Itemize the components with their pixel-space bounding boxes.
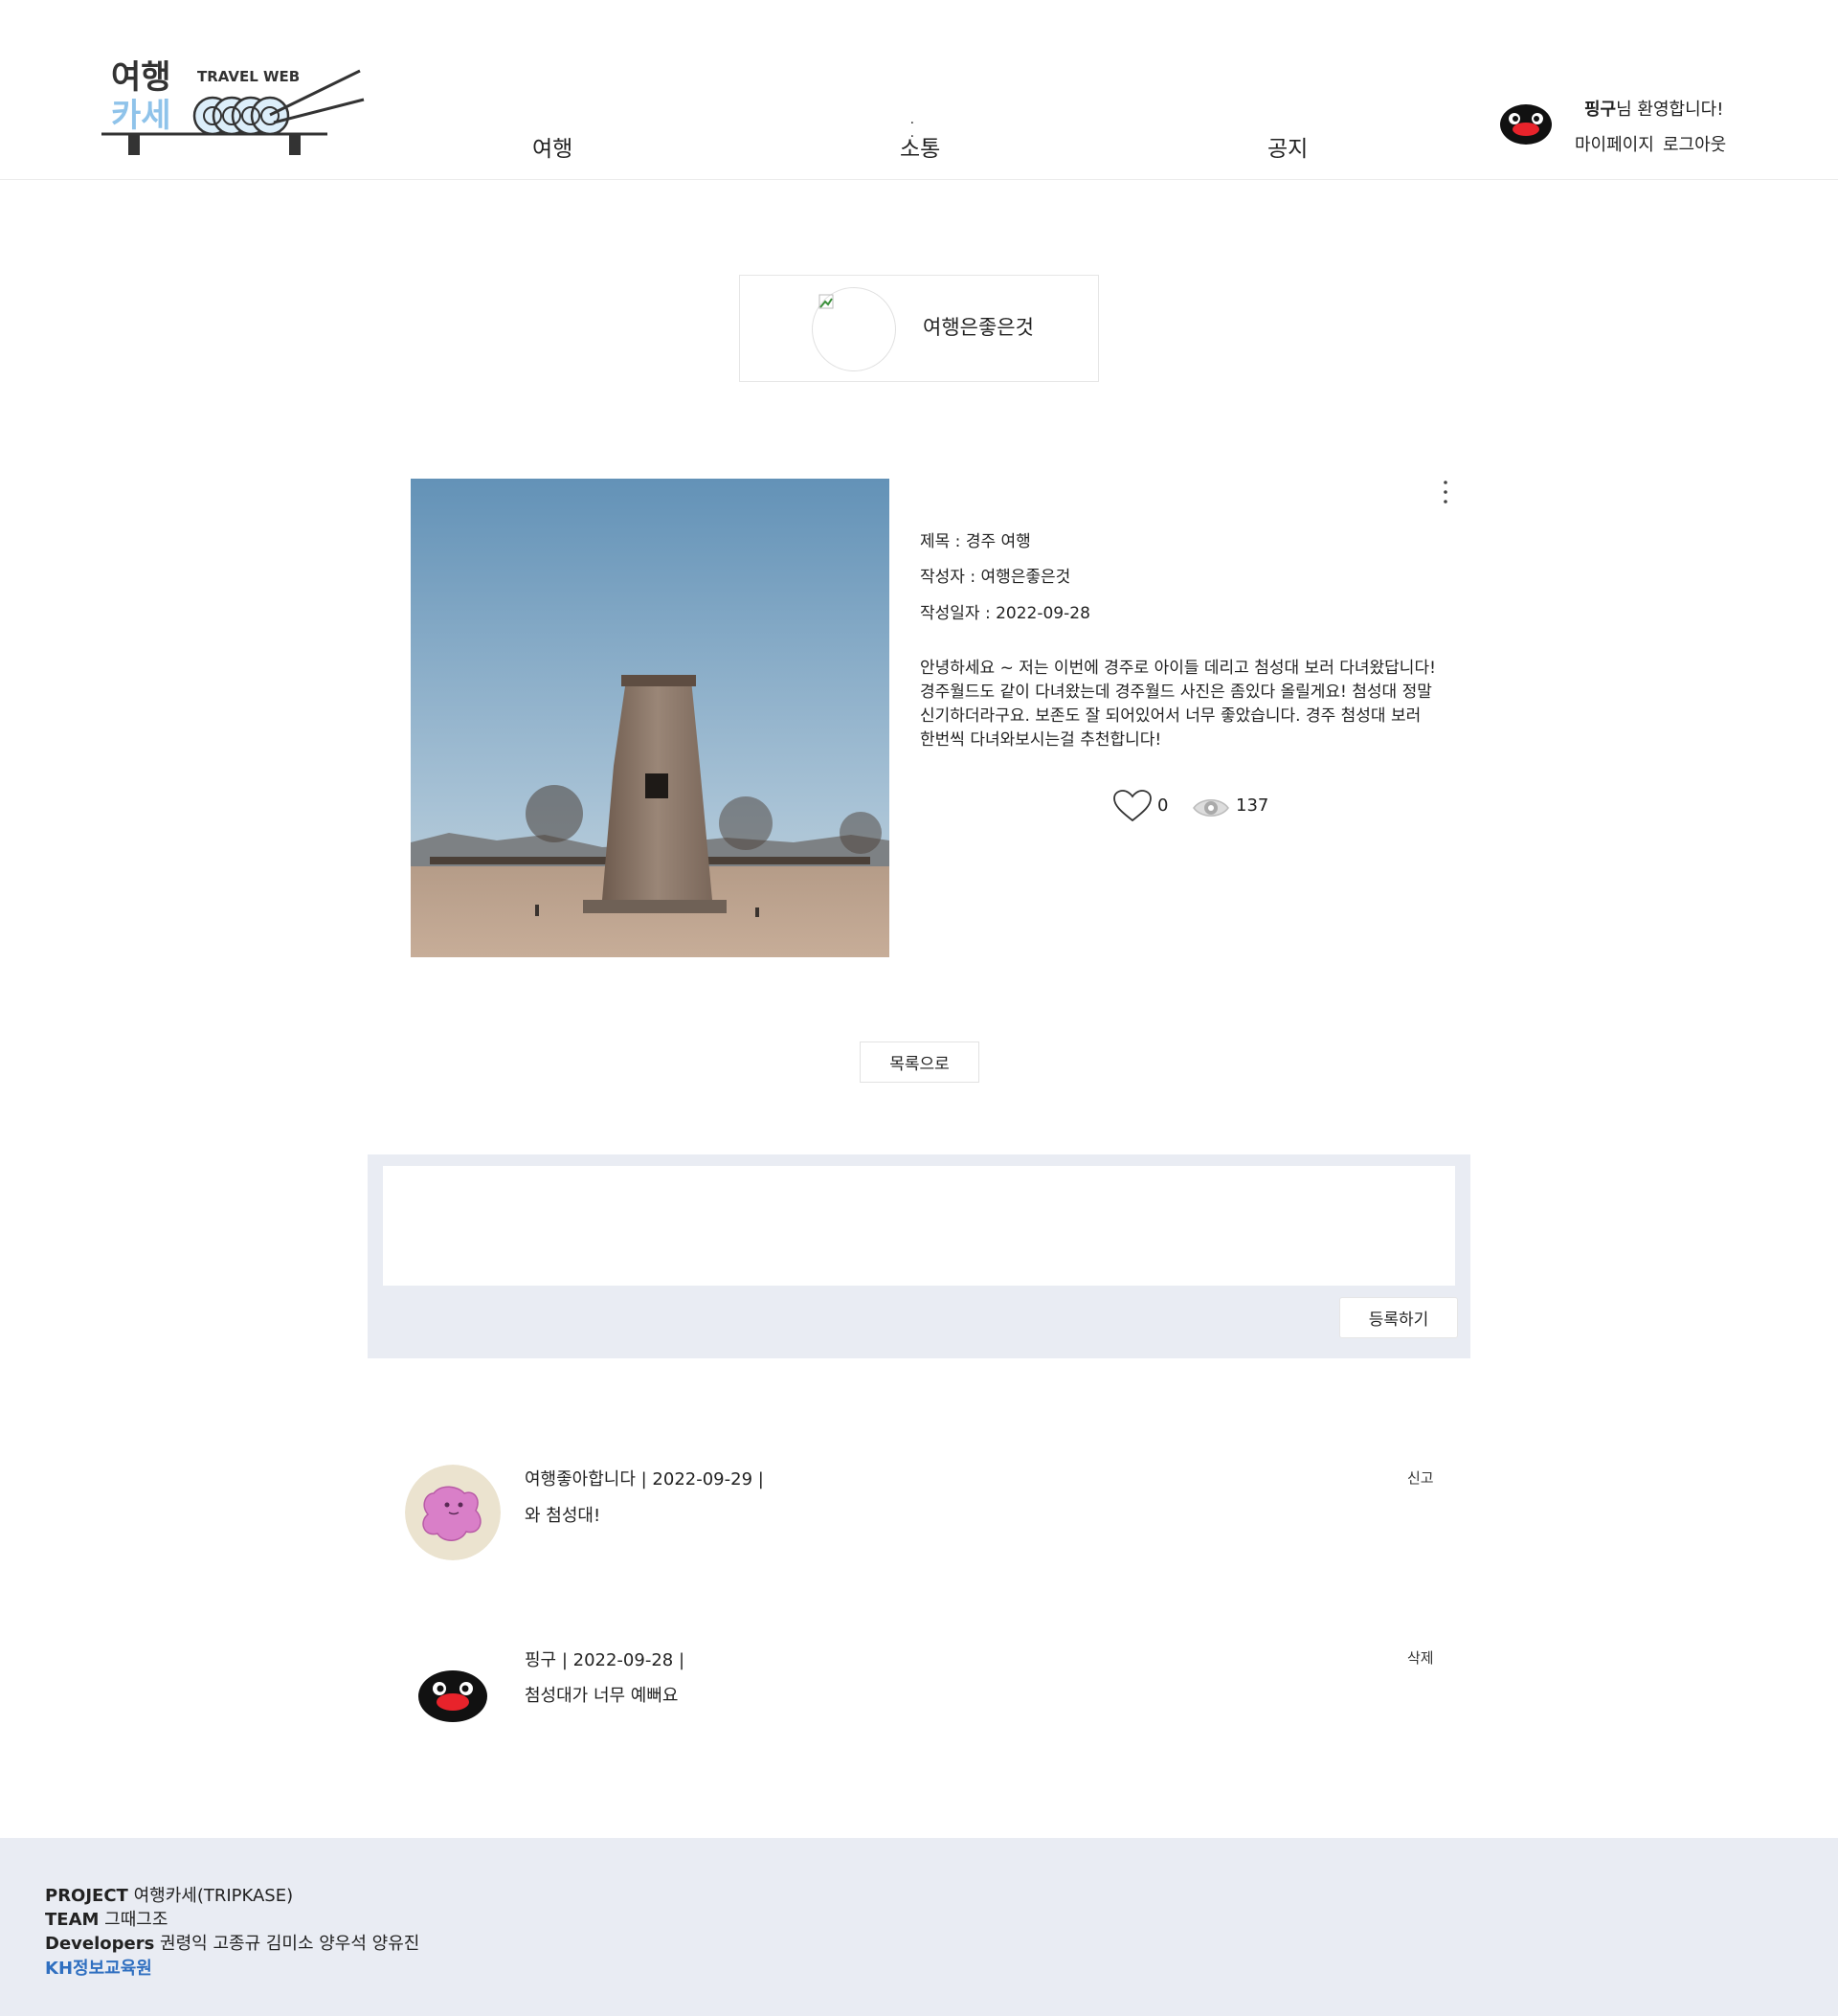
welcome-text: 핑구님 환영합니다! <box>1584 100 1724 120</box>
pingu-avatar <box>405 1645 501 1740</box>
more-options-icon[interactable] <box>1436 475 1455 513</box>
comment-meta: 여행좋아합니다 | 2022-09-29 | <box>525 1469 764 1490</box>
footer-team: TEAM 그때그조 <box>45 1910 168 1930</box>
delete-comment-button[interactable]: 삭제 <box>1407 1647 1434 1668</box>
post-date: 작성일자 : 2022-09-28 <box>920 604 1090 623</box>
like-count: 0 <box>1157 795 1169 816</box>
post-photo <box>411 479 889 957</box>
author-name: 여행은좋은것 <box>923 316 1034 339</box>
nav-notice[interactable]: 공지 <box>1267 130 1308 163</box>
broken-image-icon <box>818 294 834 309</box>
back-to-list-button[interactable]: 목록으로 <box>860 1042 979 1083</box>
footer-project: PROJECT 여행카세(TRIPKASE) <box>45 1886 294 1906</box>
logout-link[interactable]: 로그아웃 <box>1663 131 1726 156</box>
site-header: 여행 카세 TRAVEL WEB 여행 · · 소통 공지 핑구님 환영합니다!… <box>0 0 1838 180</box>
site-logo[interactable]: 여행 카세 TRAVEL WEB <box>101 57 368 163</box>
comment-input[interactable] <box>383 1166 1455 1286</box>
heart-icon[interactable] <box>1112 789 1153 823</box>
post-title: 제목 : 경주 여행 <box>920 532 1031 551</box>
author-card: 여행은좋은것 <box>739 275 1099 382</box>
comment-form: 등록하기 <box>368 1154 1470 1358</box>
report-comment-button[interactable]: 신고 <box>1407 1467 1434 1488</box>
user-avatar <box>1500 104 1552 145</box>
post-writer: 작성자 : 여행은좋은것 <box>920 568 1071 587</box>
view-count: 137 <box>1236 795 1269 816</box>
nav-travel[interactable]: 여행 <box>532 130 572 163</box>
active-indicator: · · <box>909 116 925 145</box>
comment-text: 와 첨성대! <box>525 1506 601 1526</box>
submit-comment-button[interactable]: 등록하기 <box>1339 1297 1458 1338</box>
post-content: 안녕하세요 ~ 저는 이번에 경주로 아이들 데리고 첨성대 보러 다녀왔답니다… <box>920 659 1436 750</box>
svg-text:TRAVEL WEB: TRAVEL WEB <box>197 68 300 85</box>
svg-text:여행: 여행 <box>111 58 171 97</box>
kh-education-link[interactable]: KH정보교육원 <box>45 1955 152 1980</box>
author-avatar <box>812 287 896 371</box>
comment-meta: 핑구 | 2022-09-28 | <box>525 1650 685 1670</box>
comment-text: 첨성대가 너무 예뻐요 <box>525 1686 679 1706</box>
eye-icon <box>1193 799 1229 817</box>
nav-community[interactable]: · · 소통 <box>900 117 940 163</box>
svg-text:카세: 카세 <box>111 97 171 135</box>
mypage-link[interactable]: 마이페이지 <box>1575 131 1654 156</box>
pink-blob-avatar <box>405 1465 501 1560</box>
site-footer: PROJECT 여행카세(TRIPKASE) TEAM 그때그조 Develop… <box>0 1838 1838 2016</box>
footer-developers: Developers 권령익 고종규 김미소 양우석 양유진 <box>45 1934 420 1954</box>
